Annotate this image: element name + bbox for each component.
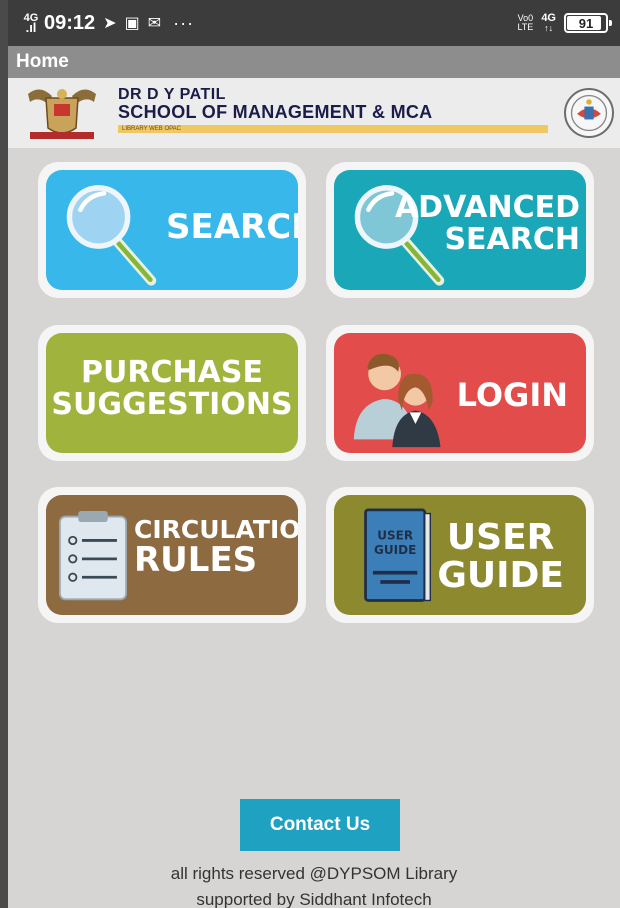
search-label: SEARCH: [166, 207, 298, 247]
users-icon: [353, 353, 441, 448]
search-tile[interactable]: SEARCH: [38, 162, 306, 298]
notification-icon: ▣: [124, 15, 140, 32]
app-bar: Home: [8, 46, 620, 78]
circulation-rules-tile[interactable]: CIRCULATION RULES: [38, 487, 306, 623]
advanced-search-button[interactable]: ADVANCED SEARCH: [334, 170, 586, 290]
institution-banner: DR D Y PATIL SCHOOL OF MANAGEMENT & MCA …: [8, 78, 620, 148]
advanced-search-tile[interactable]: ADVANCED SEARCH: [326, 162, 594, 298]
battery-icon: 91: [564, 13, 612, 33]
search-button[interactable]: SEARCH: [46, 170, 298, 290]
status-bar: 4G .ıl 09:12 ➤ ▣ ✉ ··· Vo0 LTE 4G ↑↓ 91: [8, 0, 620, 46]
volte-icon: Vo0 LTE: [517, 13, 534, 32]
purchase-suggestions-label: PURCHASE SUGGESTIONS: [51, 355, 293, 422]
screen-edge: [0, 0, 8, 908]
purchase-suggestions-button[interactable]: PURCHASE SUGGESTIONS: [46, 333, 298, 453]
opac-strip: LIBRARY WEB OPAC: [118, 125, 548, 133]
advanced-search-label: ADVANCED SEARCH: [394, 190, 580, 257]
book-cover-text-1: USER: [377, 528, 414, 542]
page-title: Home: [16, 51, 69, 72]
institution-name-line1: DR D Y PATIL: [118, 86, 226, 103]
book-cover-text-2: GUIDE: [374, 543, 416, 557]
seal-logo-icon: [564, 88, 614, 138]
login-button[interactable]: LOGIN: [334, 333, 586, 453]
location-icon: ➤: [103, 15, 117, 32]
login-tile[interactable]: LOGIN: [326, 325, 594, 461]
footer-rights-text: all rights reserved @DYPSOM Library: [170, 864, 458, 883]
purchase-suggestions-tile[interactable]: PURCHASE SUGGESTIONS: [38, 325, 306, 461]
footer-support-text: supported by Siddhant Infotech: [196, 890, 432, 908]
opac-label: LIBRARY WEB OPAC: [122, 126, 182, 132]
battery-level: 91: [578, 15, 594, 31]
mail-icon: ✉: [147, 15, 162, 32]
more-notifications-icon: ···: [173, 12, 195, 33]
circulation-rules-label: CIRCULATION RULES: [134, 515, 298, 581]
circulation-rules-button[interactable]: CIRCULATION RULES: [46, 495, 298, 615]
checklist-icon: [58, 511, 128, 601]
mobile-data-icon: 4G ↑↓: [541, 12, 556, 34]
status-time: 09:12: [44, 11, 96, 34]
signal-icon: 4G .ıl: [20, 13, 42, 35]
book-icon: USER GUIDE: [364, 508, 431, 602]
login-label: LOGIN: [456, 376, 568, 414]
institution-name-line2: SCHOOL OF MANAGEMENT & MCA: [118, 102, 433, 122]
magnifier-icon: [66, 185, 157, 286]
user-guide-tile[interactable]: USER GUIDE USER GUIDE: [326, 487, 594, 623]
user-guide-button[interactable]: USER GUIDE USER GUIDE: [334, 495, 586, 615]
contact-us-button[interactable]: Contact Us: [240, 799, 400, 851]
crest-logo-icon: [28, 89, 96, 139]
user-guide-label: USER GUIDE: [437, 517, 564, 596]
